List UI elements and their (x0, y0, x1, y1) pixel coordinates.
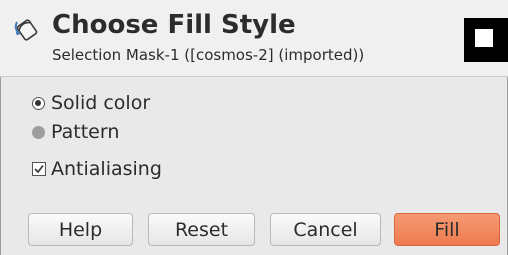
antialiasing-checkbox[interactable]: Antialiasing (32, 158, 162, 180)
pattern-label: Pattern (51, 121, 120, 143)
pattern-radio[interactable]: Pattern (32, 121, 119, 143)
fill-button[interactable]: Fill (394, 213, 500, 246)
dialog-title: Choose Fill Style (52, 10, 296, 40)
checkbox-checked-indicator[interactable] (32, 162, 46, 176)
fill-preview-inner (475, 29, 493, 47)
solid-color-radio[interactable]: Solid color (32, 92, 150, 114)
bucket-fill-icon (12, 14, 42, 44)
radio-selected-indicator[interactable] (32, 96, 45, 110)
dialog-header: Choose Fill Style Selection Mask-1 ([cos… (0, 0, 508, 77)
cancel-button[interactable]: Cancel (270, 213, 381, 246)
antialiasing-label: Antialiasing (51, 158, 162, 180)
reset-button[interactable]: Reset (148, 213, 255, 246)
dialog-subtitle: Selection Mask-1 ([cosmos-2] (imported)) (52, 46, 365, 64)
radio-unselected-indicator[interactable] (32, 125, 45, 139)
help-button[interactable]: Help (28, 213, 133, 246)
solid-color-label: Solid color (51, 92, 151, 114)
fill-preview-swatch (464, 18, 508, 62)
